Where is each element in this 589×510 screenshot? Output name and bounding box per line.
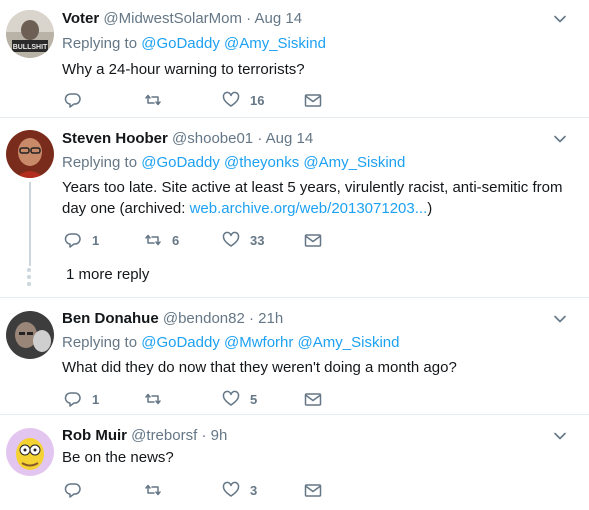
- envelope-icon: [304, 393, 322, 406]
- reply-count: 1: [92, 391, 100, 407]
- conversation-thread: BULLSHIT Voter @MidwestSolarMom · Aug 14…: [0, 0, 589, 510]
- direct-message-button[interactable]: [304, 90, 322, 110]
- chevron-down-icon[interactable]: [553, 12, 567, 26]
- avatar[interactable]: [6, 311, 54, 359]
- reply-icon: [64, 233, 81, 248]
- reply-icon: [64, 93, 81, 108]
- tweet[interactable]: Steven Hoober @shoobe01 · Aug 14 Replyin…: [0, 118, 589, 298]
- heart-icon: [222, 481, 240, 497]
- timestamp[interactable]: Aug 14: [255, 10, 303, 27]
- like-button[interactable]: 16: [222, 90, 264, 110]
- like-count: 16: [250, 92, 265, 108]
- retweet-button[interactable]: [144, 90, 172, 110]
- show-more-replies-link[interactable]: 1 more reply: [66, 266, 149, 283]
- like-button[interactable]: 3: [222, 480, 257, 500]
- reply-button[interactable]: [64, 90, 92, 110]
- reply-button[interactable]: 1: [64, 230, 99, 250]
- tweet-header: Rob Muir @treborsf · 9h: [62, 427, 227, 444]
- avatar[interactable]: [6, 130, 54, 178]
- like-count: 3: [250, 482, 258, 498]
- tweet-text: Years too late. Site active at least 5 y…: [62, 177, 569, 219]
- display-name[interactable]: Rob Muir: [62, 427, 127, 444]
- retweet-icon: [145, 234, 161, 246]
- reply-icon: [64, 392, 81, 407]
- tweet[interactable]: Rob Muir @treborsf · 9h Be on the news? …: [0, 415, 589, 510]
- timestamp[interactable]: 21h: [258, 310, 283, 327]
- tweet-header: Ben Donahue @bendon82 · 21h: [62, 310, 283, 327]
- like-button[interactable]: 33: [222, 230, 264, 250]
- separator-dot: ·: [257, 130, 263, 147]
- timestamp[interactable]: 9h: [211, 427, 228, 444]
- replying-to: Replying to @GoDaddy @Amy_Siskind: [62, 35, 326, 52]
- replying-to: Replying to @GoDaddy @Mwforhr @Amy_Siski…: [62, 334, 399, 351]
- chevron-down-icon[interactable]: [553, 312, 567, 326]
- timestamp[interactable]: Aug 14: [266, 130, 314, 147]
- avatar[interactable]: BULLSHIT: [6, 10, 54, 58]
- tweet-text: Be on the news?: [62, 449, 174, 466]
- chevron-down-icon[interactable]: [553, 429, 567, 443]
- heart-icon: [222, 231, 240, 247]
- thread-connector: [29, 182, 31, 266]
- direct-message-button[interactable]: [304, 389, 322, 409]
- retweet-button[interactable]: 6: [144, 230, 179, 250]
- tweet[interactable]: BULLSHIT Voter @MidwestSolarMom · Aug 14…: [0, 0, 589, 118]
- direct-message-button[interactable]: [304, 480, 322, 500]
- avatar-image: [6, 428, 54, 476]
- display-name[interactable]: Voter: [62, 10, 99, 27]
- thread-more-dots: [27, 268, 31, 289]
- heart-icon: [222, 91, 240, 107]
- tweet-text-end: ): [427, 200, 433, 217]
- avatar-image: [6, 130, 54, 178]
- separator-dot: ·: [249, 310, 254, 327]
- envelope-icon: [304, 484, 322, 497]
- username[interactable]: @treborsf: [131, 427, 197, 444]
- retweet-icon: [145, 484, 161, 496]
- username[interactable]: @bendon82: [163, 310, 245, 327]
- like-count: 33: [250, 232, 265, 248]
- replying-label: Replying to: [62, 334, 138, 351]
- tweet-link[interactable]: web.archive.org/web/2013071203...: [190, 200, 428, 217]
- replying-to: Replying to @GoDaddy @theyonks @Amy_Sisk…: [62, 154, 405, 171]
- avatar-image: [6, 311, 54, 359]
- avatar-image: BULLSHIT: [6, 10, 54, 58]
- reply-mentions[interactable]: @GoDaddy @Mwforhr @Amy_Siskind: [141, 334, 399, 351]
- display-name[interactable]: Ben Donahue: [62, 310, 159, 327]
- avatar[interactable]: [6, 428, 54, 476]
- replying-label: Replying to: [62, 35, 138, 52]
- retweet-icon: [145, 393, 161, 405]
- reply-button[interactable]: [64, 480, 92, 500]
- reply-count: 1: [92, 232, 100, 248]
- tweet-header: Voter @MidwestSolarMom · Aug 14: [62, 10, 302, 27]
- username[interactable]: @shoobe01: [172, 130, 253, 147]
- envelope-icon: [304, 234, 322, 247]
- retweet-button[interactable]: [144, 389, 172, 409]
- heart-icon: [222, 390, 240, 406]
- avatar-sign-text: BULLSHIT: [13, 44, 48, 51]
- separator-dot: ·: [246, 10, 252, 27]
- tweet-text: Why a 24-hour warning to terrorists?: [62, 61, 305, 78]
- separator-dot: ·: [201, 427, 207, 444]
- retweet-button[interactable]: [144, 480, 172, 500]
- tweet[interactable]: Ben Donahue @bendon82 · 21h Replying to …: [0, 298, 589, 415]
- chevron-down-icon[interactable]: [553, 132, 567, 146]
- reply-mentions[interactable]: @GoDaddy @theyonks @Amy_Siskind: [141, 154, 405, 171]
- retweet-icon: [145, 94, 161, 106]
- reply-mentions[interactable]: @GoDaddy @Amy_Siskind: [141, 35, 326, 52]
- display-name[interactable]: Steven Hoober: [62, 130, 168, 147]
- like-count: 5: [250, 391, 258, 407]
- reply-button[interactable]: 1: [64, 389, 99, 409]
- direct-message-button[interactable]: [304, 230, 322, 250]
- envelope-icon: [304, 94, 322, 107]
- replying-label: Replying to: [62, 154, 138, 171]
- tweet-header: Steven Hoober @shoobe01 · Aug 14: [62, 130, 313, 147]
- tweet-text: What did they do now that they weren't d…: [62, 359, 457, 376]
- like-button[interactable]: 5: [222, 389, 257, 409]
- reply-icon: [64, 483, 81, 498]
- username[interactable]: @MidwestSolarMom: [103, 10, 242, 27]
- retweet-count: 6: [172, 232, 180, 248]
